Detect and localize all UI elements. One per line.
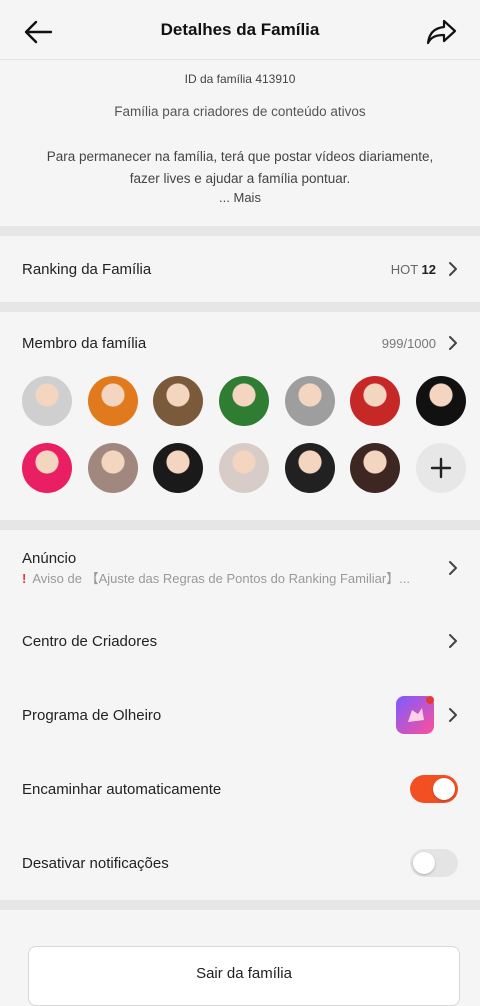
announcement-text: Aviso de 【Ajuste das Regras de Pontos do… bbox=[32, 571, 411, 586]
creators-center-label: Centro de Criadores bbox=[22, 632, 158, 650]
chevron-right-icon bbox=[448, 707, 458, 723]
member-avatar[interactable] bbox=[219, 376, 269, 426]
page-title: Detalhes da Família bbox=[160, 19, 320, 39]
section-divider bbox=[0, 226, 480, 236]
member-avatar[interactable] bbox=[416, 376, 466, 426]
share-button[interactable] bbox=[424, 14, 460, 50]
family-intro: ID da família 413910 Família para criado… bbox=[0, 60, 480, 226]
auto-forward-label: Encaminhar automaticamente bbox=[22, 780, 222, 798]
scout-program-label: Programa de Olheiro bbox=[22, 706, 162, 724]
family-slogan: Família para criadores de conteúdo ativo… bbox=[114, 104, 366, 119]
announcement-preview: ! Aviso de 【Ajuste das Regras de Pontos d… bbox=[22, 568, 410, 587]
member-avatar[interactable] bbox=[22, 376, 72, 426]
ranking-label: Ranking da Família bbox=[22, 260, 152, 278]
chevron-right-icon bbox=[448, 560, 458, 576]
section-divider bbox=[0, 900, 480, 910]
chevron-right-icon bbox=[448, 335, 458, 351]
plus-icon bbox=[430, 457, 452, 479]
arrow-left-icon bbox=[24, 20, 53, 44]
section-divider bbox=[0, 520, 480, 530]
announcement-row[interactable]: Anúncio bbox=[0, 530, 480, 604]
member-avatar[interactable] bbox=[153, 376, 203, 426]
back-button[interactable] bbox=[20, 14, 56, 50]
share-arrow-icon bbox=[426, 19, 457, 45]
creators-center-row[interactable]: Centro de Criadores bbox=[0, 604, 480, 678]
members-row[interactable]: Membro da família 999/1000 bbox=[0, 312, 480, 374]
family-id: ID da família 413910 bbox=[184, 72, 296, 86]
member-avatar[interactable] bbox=[285, 376, 335, 426]
member-avatar[interactable] bbox=[350, 443, 400, 493]
family-description: Para permanecer na família, terá que pos… bbox=[46, 149, 434, 186]
chevron-right-icon bbox=[448, 633, 458, 649]
alert-icon: ! bbox=[22, 571, 27, 586]
ranking-row[interactable]: Ranking da Família HOT 12 bbox=[0, 236, 480, 302]
top-bar: Detalhes da Família bbox=[0, 0, 480, 60]
scout-app-icon bbox=[396, 696, 434, 734]
hot-score: HOT 12 bbox=[391, 262, 436, 277]
auto-forward-toggle[interactable] bbox=[410, 775, 458, 803]
notifications-row: Desativar notificações bbox=[0, 826, 480, 900]
leave-family-button[interactable]: Sair da família bbox=[28, 946, 460, 1006]
member-avatar[interactable] bbox=[88, 376, 138, 426]
member-avatar[interactable] bbox=[285, 443, 335, 493]
hot-value: 12 bbox=[421, 261, 436, 277]
add-member-button[interactable] bbox=[416, 443, 466, 493]
member-avatar[interactable] bbox=[350, 376, 400, 426]
member-avatar[interactable] bbox=[219, 443, 269, 493]
members-count: 999/1000 bbox=[381, 335, 436, 351]
scout-program-row[interactable]: Programa de Olheiro bbox=[0, 678, 480, 752]
more-link[interactable]: ... Mais bbox=[0, 190, 480, 205]
hot-label: HOT bbox=[390, 261, 418, 277]
member-avatar[interactable] bbox=[22, 443, 72, 493]
notifications-toggle[interactable] bbox=[410, 849, 458, 877]
member-avatar[interactable] bbox=[88, 443, 138, 493]
chevron-right-icon bbox=[448, 261, 458, 277]
announcement-label: Anúncio bbox=[22, 550, 77, 567]
notifications-label: Desativar notificações bbox=[22, 854, 169, 872]
section-divider bbox=[0, 302, 480, 312]
members-label: Membro da família bbox=[22, 334, 147, 352]
member-avatar[interactable] bbox=[153, 443, 203, 493]
auto-forward-row: Encaminhar automaticamente bbox=[0, 752, 480, 826]
